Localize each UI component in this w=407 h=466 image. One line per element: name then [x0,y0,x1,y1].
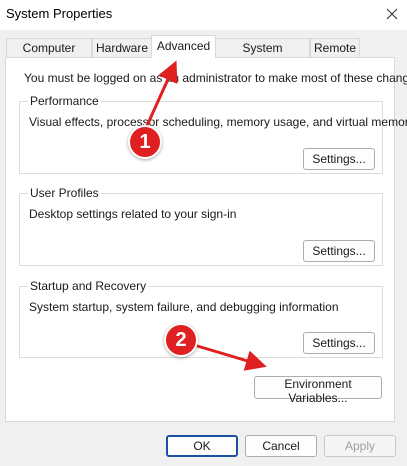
advanced-tab-panel: You must be logged on as an administrato… [5,57,407,422]
startup-recovery-settings-button[interactable]: Settings... [303,332,375,354]
user-profiles-description: Desktop settings related to your sign-in [29,207,237,221]
close-button[interactable] [377,0,407,28]
performance-description: Visual effects, processor scheduling, me… [29,115,407,129]
close-icon [386,8,398,20]
window-title: System Properties [6,6,113,21]
tab-remote[interactable]: Remote [310,38,360,57]
title-bar: System Properties [0,0,407,30]
tab-advanced[interactable]: Advanced [151,35,216,58]
startup-recovery-group-label: Startup and Recovery [28,279,149,293]
cancel-button[interactable]: Cancel [245,435,317,457]
system-properties-window: System Properties Computer Name Hardware… [0,0,407,466]
performance-group: Performance Visual effects, processor sc… [19,94,407,174]
annotation-badge-2: 2 [164,323,198,357]
performance-settings-button[interactable]: Settings... [303,148,375,170]
ok-button[interactable]: OK [166,435,238,457]
environment-variables-button[interactable]: Environment Variables... [254,376,382,405]
annotation-badge-1: 1 [128,125,162,159]
user-profiles-group-label: User Profiles [28,186,101,200]
tab-system-protection[interactable]: System Protection [215,38,310,73]
apply-button: Apply [324,435,396,457]
user-profiles-settings-button[interactable]: Settings... [303,240,375,262]
tab-hardware[interactable]: Hardware [92,38,152,57]
performance-group-label: Performance [28,94,101,108]
startup-recovery-description: System startup, system failure, and debu… [29,300,339,314]
user-profiles-group: User Profiles Desktop settings related t… [19,186,383,266]
admin-notice: You must be logged on as an administrato… [24,71,407,85]
tab-strip: Computer Name Hardware Advanced System P… [0,30,407,73]
tab-computer-name[interactable]: Computer Name [6,38,92,73]
startup-recovery-group: Startup and Recovery System startup, sys… [19,279,383,358]
